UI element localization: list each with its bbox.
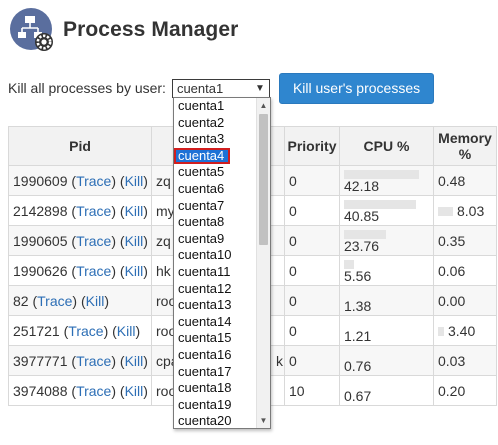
pid-value: 3974088 (13, 382, 68, 399)
trace-link[interactable]: Trace (76, 383, 111, 399)
page-header: Process Manager (9, 6, 238, 54)
priority-cell: 0 (284, 315, 340, 346)
trace-link[interactable]: Trace (37, 293, 72, 309)
page-title: Process Manager (63, 18, 239, 41)
priority-cell: 10 (284, 375, 340, 406)
header-pid[interactable]: Pid (8, 126, 152, 166)
trace-link[interactable]: Trace (76, 203, 111, 219)
pid-cell: 3977771 (Trace) (Kill) (8, 345, 152, 376)
cpu-value: 40.85 (344, 208, 380, 224)
cpu-cell: 1.38 (339, 285, 434, 316)
kill-link[interactable]: Kill (125, 353, 144, 369)
priority-cell: 0 (284, 285, 340, 316)
cpu-cell: 42.18 (339, 165, 434, 196)
memory-bar (438, 327, 444, 337)
trace-link[interactable]: Trace (76, 263, 111, 279)
memory-value: 0.48 (438, 172, 466, 189)
kill-user-processes-button[interactable]: Kill user's processes (278, 72, 435, 104)
cpu-cell: 1.21 (339, 315, 434, 346)
memory-value: 3.40 (448, 322, 476, 339)
cpu-value: 5.56 (344, 268, 372, 284)
header-memory[interactable]: Memory % (433, 126, 497, 166)
scroll-up-icon[interactable]: ▲ (257, 99, 270, 112)
memory-value: 0.03 (438, 352, 466, 369)
user-select-value: cuenta1 (176, 81, 224, 96)
kill-link[interactable]: Kill (125, 173, 144, 189)
pid-cell: 2142898 (Trace) (Kill) (8, 195, 152, 226)
cpu-value: 42.18 (344, 178, 380, 194)
cpu-cell: 23.76 (339, 225, 434, 256)
trace-link[interactable]: Trace (76, 353, 111, 369)
priority-cell: 0 (284, 255, 340, 286)
priority-cell: 0 (284, 195, 340, 226)
pid-value: 1990609 (13, 172, 68, 189)
cpu-cell: 40.85 (339, 195, 434, 226)
memory-cell: 0.20 (433, 375, 497, 406)
memory-value: 8.03 (457, 202, 485, 219)
pid-value: 82 (13, 292, 29, 309)
pid-cell: 82 (Trace) (Kill) (8, 285, 152, 316)
cpu-cell: 0.67 (339, 375, 434, 406)
trace-link[interactable]: Trace (76, 173, 111, 189)
memory-cell: 0.06 (433, 255, 497, 286)
kill-link[interactable]: Kill (125, 203, 144, 219)
memory-value: 0.06 (438, 262, 466, 279)
kill-by-user-label: Kill all processes by user: (8, 80, 166, 96)
pid-value: 3977771 (13, 352, 68, 369)
pid-cell: 1990626 (Trace) (Kill) (8, 255, 152, 286)
dropdown-scrollbar[interactable]: ▲ ▼ (256, 98, 270, 428)
trace-link[interactable]: Trace (68, 323, 103, 339)
pid-cell: 3974088 (Trace) (Kill) (8, 375, 152, 406)
cpu-value: 0.67 (344, 388, 372, 404)
chevron-down-icon: ▼ (255, 83, 265, 94)
pid-cell: 251721 (Trace) (Kill) (8, 315, 152, 346)
user-dropdown-list[interactable]: cuenta1 cuenta2 cuenta3 cuenta4 cuenta5 cuent… (173, 97, 271, 429)
memory-value: 0.00 (438, 292, 466, 309)
header-cpu[interactable]: CPU % (339, 126, 434, 166)
dropdown-option[interactable]: cuenta4 (174, 147, 230, 165)
kill-link[interactable]: Kill (86, 293, 105, 309)
memory-cell: 8.03 (433, 195, 497, 226)
memory-cell: 0.00 (433, 285, 497, 316)
memory-cell: 3.40 (433, 315, 497, 346)
pid-value: 1990626 (13, 262, 68, 279)
kill-link[interactable]: Kill (117, 323, 136, 339)
cpu-value: 1.21 (344, 328, 372, 344)
process-settings-icon (9, 7, 55, 53)
priority-cell: 0 (284, 225, 340, 256)
cpu-value: 1.38 (344, 298, 372, 314)
priority-cell: 0 (284, 345, 340, 376)
cpu-value: 0.76 (344, 358, 372, 374)
scrollbar-thumb[interactable] (259, 114, 268, 245)
kill-link[interactable]: Kill (125, 383, 144, 399)
pid-value: 2142898 (13, 202, 68, 219)
cpu-cell: 0.76 (339, 345, 434, 376)
memory-cell: 0.35 (433, 225, 497, 256)
memory-cell: 0.03 (433, 345, 497, 376)
kill-link[interactable]: Kill (125, 263, 144, 279)
cpu-value: 23.76 (344, 238, 380, 254)
kill-link[interactable]: Kill (125, 233, 144, 249)
pid-cell: 1990609 (Trace) (Kill) (8, 165, 152, 196)
memory-cell: 0.48 (433, 165, 497, 196)
pid-value: 251721 (13, 322, 60, 339)
cpu-cell: 5.56 (339, 255, 434, 286)
memory-bar (438, 207, 453, 217)
priority-cell: 0 (284, 165, 340, 196)
pid-cell: 1990605 (Trace) (Kill) (8, 225, 152, 256)
memory-value: 0.20 (438, 382, 466, 399)
scroll-down-icon[interactable]: ▼ (257, 414, 270, 427)
pid-value: 1990605 (13, 232, 68, 249)
trace-link[interactable]: Trace (76, 233, 111, 249)
header-priority[interactable]: Priority (284, 126, 340, 166)
memory-value: 0.35 (438, 232, 466, 249)
user-select[interactable]: cuenta1 ▼ (171, 79, 270, 98)
